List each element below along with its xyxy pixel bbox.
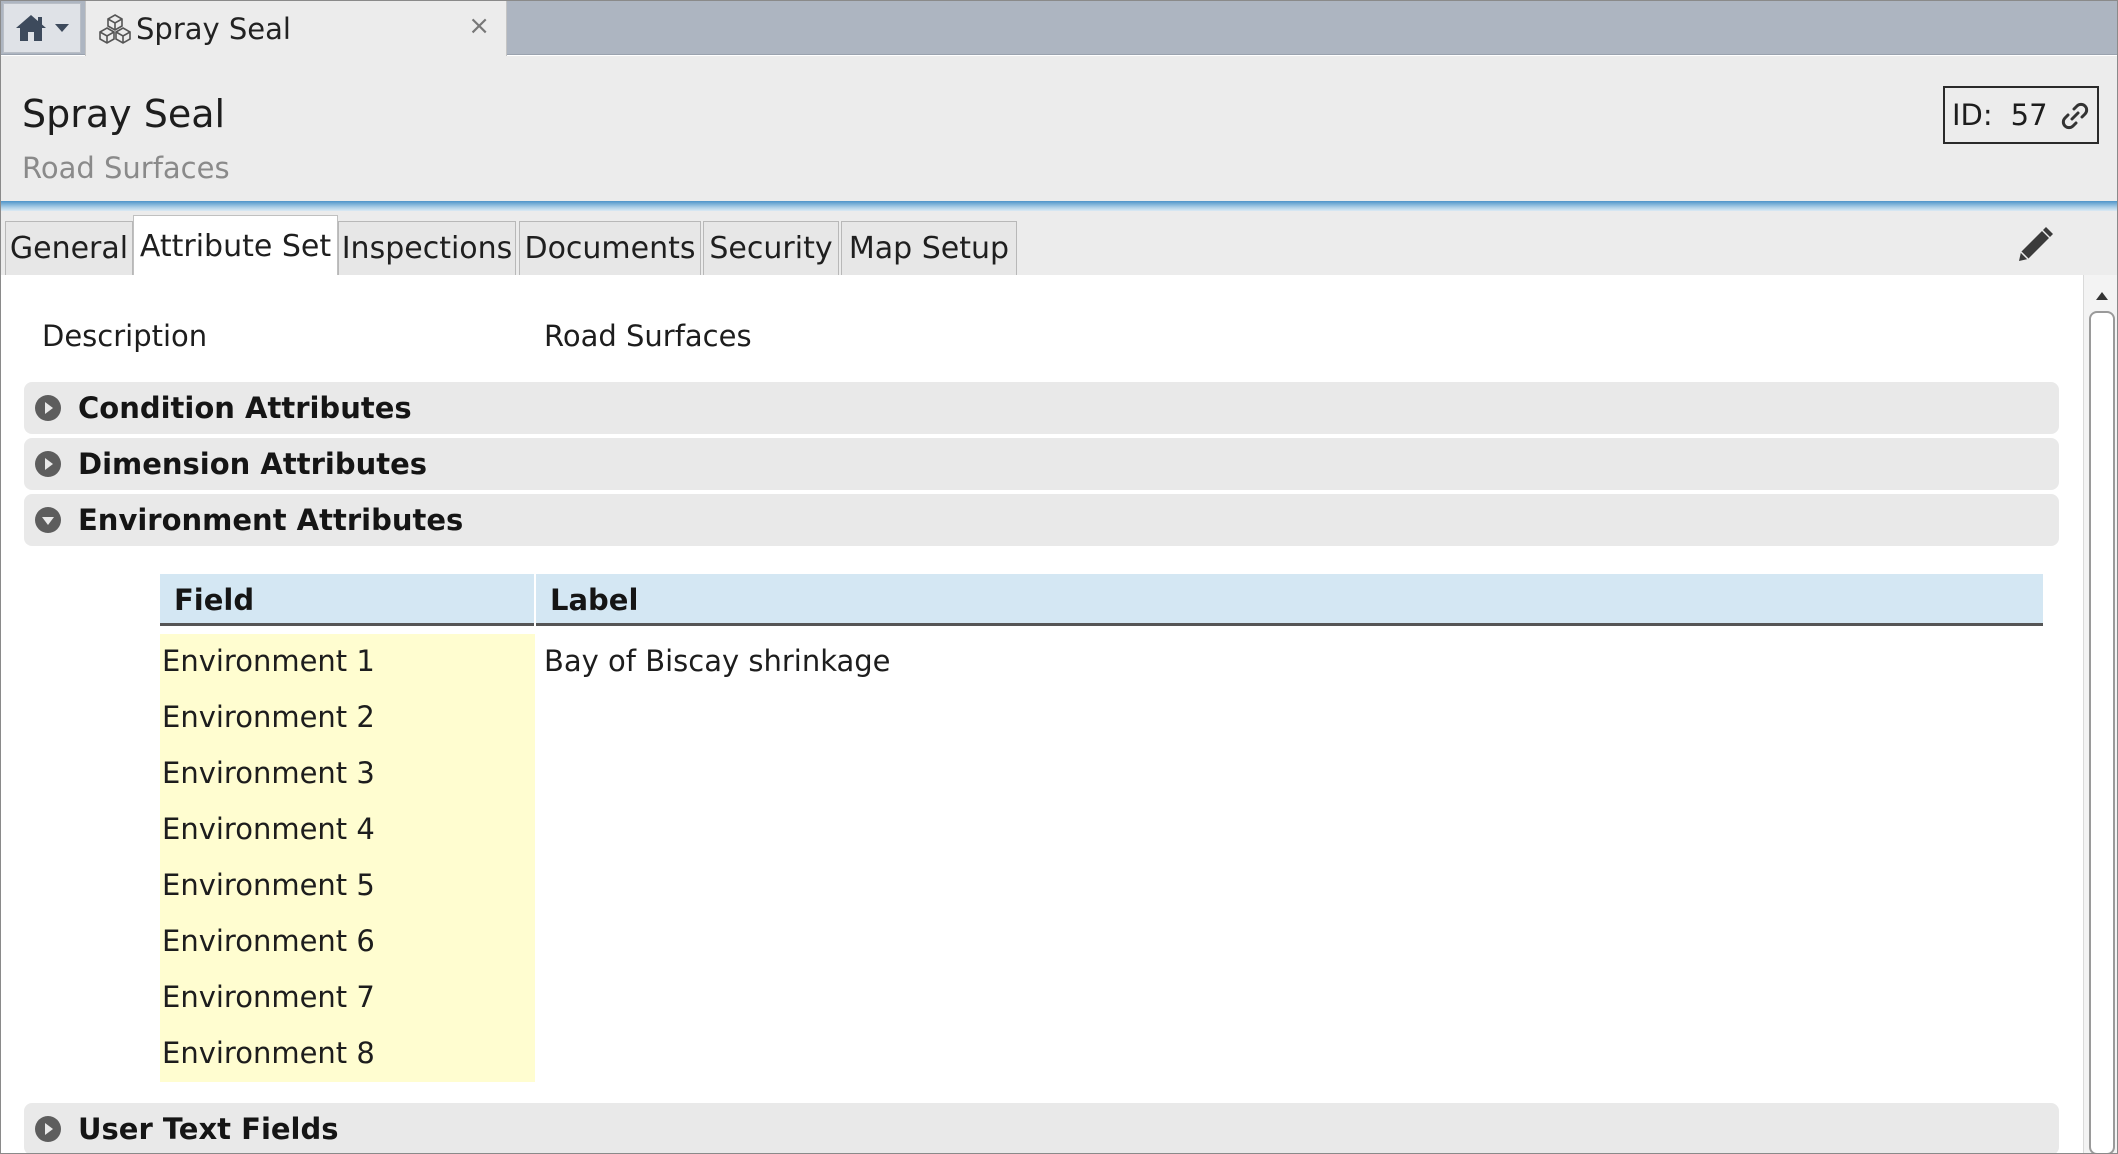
field-cell: Environment 8 [162,1036,375,1070]
field-cell: Environment 1 [162,644,375,678]
expand-arrow-icon [35,1116,61,1142]
page-subtitle: Road Surfaces [22,151,230,185]
attribute-set-panel: Description Road Surfaces Condition Attr… [1,275,2083,1153]
column-header-field[interactable]: Field [174,583,254,617]
table-row[interactable]: Environment 2 [160,690,2043,746]
group-environment-attributes[interactable]: Environment Attributes [24,494,2059,546]
table-row[interactable]: Environment 8 [160,1026,2043,1082]
environment-attributes-grid: Field Label Environment 1 Bay of Biscay … [160,574,2043,1082]
tab-strip: General Attribute Set Inspections Docume… [1,211,2117,276]
id-value: 57 [2010,98,2048,132]
field-cell: Environment 5 [162,868,375,902]
description-value: Road Surfaces [544,319,752,353]
table-row[interactable]: Environment 1 Bay of Biscay shrinkage [160,634,2043,690]
table-row[interactable]: Environment 5 [160,858,2043,914]
cubes-icon [99,14,131,44]
scroll-thumb[interactable] [2089,311,2115,1153]
header-divider [1,201,2117,211]
vertical-scrollbar[interactable] [2083,275,2117,1153]
label-cell[interactable]: Bay of Biscay shrinkage [544,644,891,678]
collapse-arrow-icon [35,507,61,533]
link-icon[interactable] [2059,100,2091,132]
group-dimension-attributes[interactable]: Dimension Attributes [24,438,2059,490]
field-cell: Environment 6 [162,924,375,958]
tab-map-setup[interactable]: Map Setup [841,221,1017,275]
grid-header: Field Label [160,574,2043,626]
group-condition-attributes[interactable]: Condition Attributes [24,382,2059,434]
group-label: Environment Attributes [78,503,464,537]
triangle-up-icon [2096,292,2108,300]
grid-body: Environment 1 Bay of Biscay shrinkage En… [160,634,2043,1082]
tab-attribute-set[interactable]: Attribute Set [133,215,338,276]
expand-arrow-icon [35,395,61,421]
field-cell: Environment 4 [162,812,375,846]
group-label: Condition Attributes [78,391,412,425]
group-label: Dimension Attributes [78,447,428,481]
document-tab-title: Spray Seal [136,12,291,46]
app-window: Spray Seal × Spray Seal Road Surfaces ID… [0,0,2118,1154]
document-tab-spray-seal[interactable]: Spray Seal × [85,1,507,57]
column-header-label[interactable]: Label [550,583,638,617]
home-icon [16,15,46,41]
expand-arrow-icon [35,451,61,477]
tab-documents[interactable]: Documents [519,221,701,275]
document-tab-bar: Spray Seal × [1,1,2117,57]
group-user-text-fields[interactable]: User Text Fields [24,1103,2059,1153]
field-cell: Environment 2 [162,700,375,734]
record-header: Spray Seal Road Surfaces ID: 57 [1,56,2117,201]
close-icon[interactable]: × [468,13,490,39]
id-label: ID: [1952,98,1993,132]
tab-inspections[interactable]: Inspections [338,221,516,275]
tab-security[interactable]: Security [703,221,839,275]
home-menu-button[interactable] [3,3,81,53]
column-separator [534,574,536,626]
description-label: Description [42,319,208,353]
table-row[interactable]: Environment 6 [160,914,2043,970]
tab-general[interactable]: General [5,221,133,275]
field-cell: Environment 7 [162,980,375,1014]
table-row[interactable]: Environment 3 [160,746,2043,802]
field-cell: Environment 3 [162,756,375,790]
page-title: Spray Seal [22,92,226,136]
chevron-down-icon [55,24,69,32]
table-row[interactable]: Environment 7 [160,970,2043,1026]
group-label: User Text Fields [78,1112,339,1146]
scroll-up-button[interactable] [2084,285,2117,307]
record-id-box: ID: 57 [1943,86,2099,144]
pencil-icon[interactable] [2015,225,2055,265]
table-row[interactable]: Environment 4 [160,802,2043,858]
